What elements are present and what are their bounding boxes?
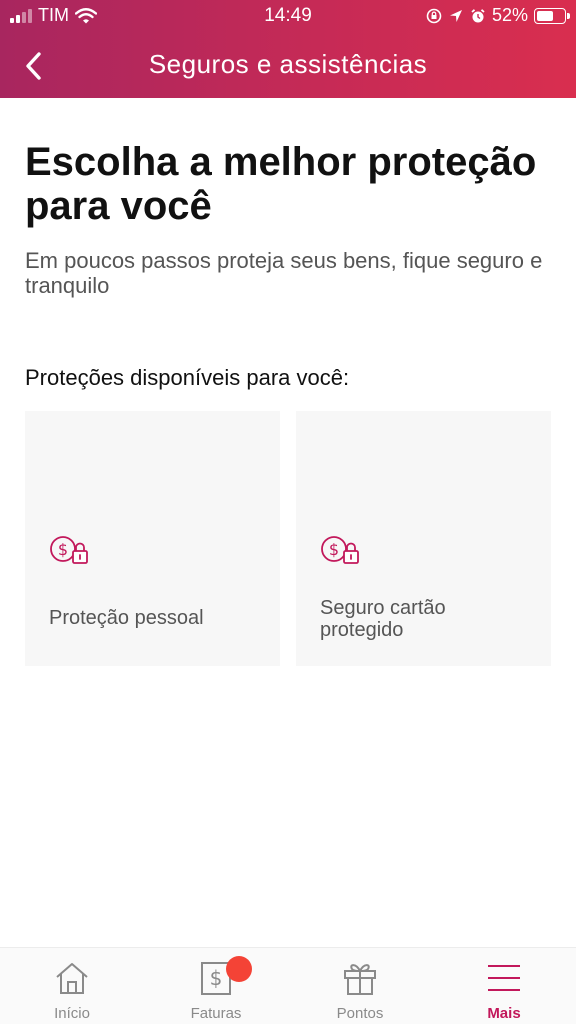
tab-pontos[interactable]: Pontos	[288, 948, 432, 1024]
page-header-title: Seguros e assistências	[148, 49, 428, 79]
battery-percent: 52%	[491, 5, 528, 25]
app-header: TIM 14:49 52% Seguros e assistências	[0, 0, 576, 98]
battery-icon	[534, 7, 570, 24]
page-title: Escolha a melhor proteção para você	[25, 140, 537, 228]
card-seguro-cartao-protegido[interactable]: $ Seguro cartão protegido	[296, 411, 551, 666]
tab-label: Mais	[487, 1005, 521, 1022]
status-right: 52%	[426, 5, 570, 26]
money-lock-icon: $	[321, 536, 359, 564]
location-icon	[449, 9, 462, 22]
menu-icon	[488, 965, 520, 991]
orientation-lock-icon	[426, 8, 442, 23]
tab-label: Pontos	[336, 1005, 384, 1022]
tab-label: Faturas	[190, 1005, 242, 1022]
home-icon	[56, 963, 88, 994]
card-label: Proteção pessoal	[49, 607, 204, 629]
alarm-icon	[471, 8, 485, 22]
main-content: Escolha a melhor proteção para você Em p…	[25, 140, 551, 666]
section-label: Proteções disponíveis para você:	[25, 365, 350, 390]
tab-faturas[interactable]: $ Faturas	[144, 948, 288, 1024]
nav-bar: Seguros e assistências	[0, 32, 576, 98]
notification-badge	[226, 956, 252, 982]
gift-icon	[344, 964, 376, 995]
status-bar: TIM 14:49 52%	[0, 0, 576, 32]
svg-text:$: $	[329, 540, 339, 559]
bottom-tab-bar: Início $ Faturas Pontos Mais	[0, 947, 576, 1024]
tab-label: Início	[54, 1005, 90, 1022]
page-subtitle: Em poucos passos proteja seus bens, fiqu…	[25, 248, 543, 298]
svg-text:$: $	[210, 966, 223, 990]
card-protecao-pessoal[interactable]: $ Proteção pessoal	[25, 411, 280, 666]
protection-cards: $ Proteção pessoal $ Seguro cartão prote…	[25, 411, 551, 666]
svg-text:$: $	[58, 540, 68, 559]
money-lock-icon: $	[50, 536, 88, 564]
card-label: Seguro cartão protegido	[320, 597, 446, 641]
tab-mais[interactable]: Mais	[432, 948, 576, 1024]
tab-inicio[interactable]: Início	[0, 948, 144, 1024]
